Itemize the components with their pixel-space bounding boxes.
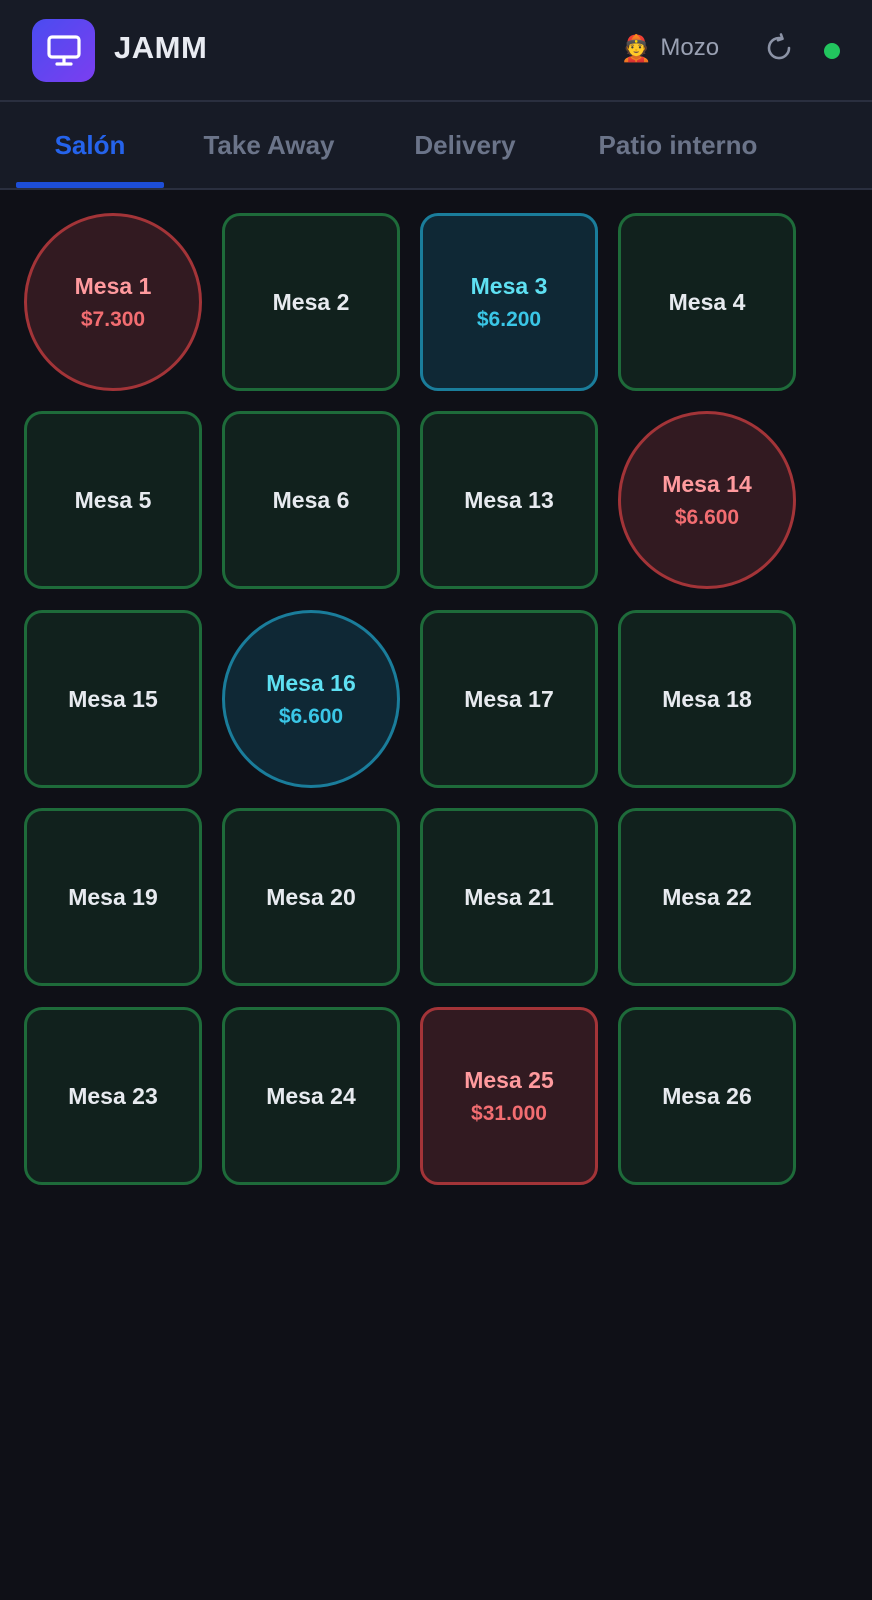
table-name: Mesa 21: [464, 883, 554, 910]
table-card[interactable]: Mesa 4: [618, 213, 796, 391]
table-name: Mesa 14: [662, 470, 752, 497]
connection-status-dot: [824, 43, 840, 59]
table-card[interactable]: Mesa 18: [618, 610, 796, 788]
table-card[interactable]: Mesa 24: [222, 1007, 400, 1185]
table-name: Mesa 2: [272, 288, 350, 315]
table-name: Mesa 15: [68, 685, 158, 712]
table-card[interactable]: Mesa 5: [24, 411, 202, 589]
table-card[interactable]: Mesa 17: [420, 610, 598, 788]
table-card[interactable]: Mesa 25 $31.000: [420, 1007, 598, 1185]
table-card[interactable]: Mesa 3 $6.200: [420, 213, 598, 391]
table-card[interactable]: Mesa 1 $7.300: [24, 213, 202, 391]
app-header: JAMM 👲 Mozo: [0, 0, 872, 102]
table-card[interactable]: Mesa 20: [222, 808, 400, 986]
table-card[interactable]: Mesa 6: [222, 411, 400, 589]
table-name: Mesa 6: [272, 486, 350, 513]
table-card[interactable]: Mesa 15: [24, 610, 202, 788]
table-name: Mesa 18: [662, 685, 752, 712]
table-amount: $7.300: [80, 307, 146, 331]
table-amount: $6.600: [278, 704, 344, 728]
table-name: Mesa 5: [74, 486, 152, 513]
table-name: Mesa 23: [68, 1082, 158, 1109]
table-name: Mesa 17: [464, 685, 554, 712]
table-name: Mesa 20: [266, 883, 356, 910]
table-card[interactable]: Mesa 23: [24, 1007, 202, 1185]
table-card[interactable]: Mesa 14 $6.600: [618, 411, 796, 589]
table-name: Mesa 22: [662, 883, 752, 910]
role-label: Mozo: [660, 34, 720, 61]
table-card[interactable]: Mesa 2: [222, 213, 400, 391]
table-card[interactable]: Mesa 22: [618, 808, 796, 986]
table-card[interactable]: Mesa 21: [420, 808, 598, 986]
monitor-icon[interactable]: [32, 19, 95, 82]
table-name: Mesa 3: [470, 272, 548, 299]
table-card[interactable]: Mesa 16 $6.600: [222, 610, 400, 788]
tab-salon[interactable]: Salón: [16, 102, 164, 188]
section-tabs: Salón Take Away Delivery Patio interno: [0, 102, 872, 190]
tab-take-away[interactable]: Take Away: [188, 102, 350, 188]
app-title: JAMM: [114, 30, 208, 65]
table-card[interactable]: Mesa 26: [618, 1007, 796, 1185]
active-tab-indicator: [16, 182, 164, 188]
table-name: Mesa 19: [68, 883, 158, 910]
tab-patio-interno[interactable]: Patio interno: [582, 102, 774, 188]
table-name: Mesa 26: [662, 1082, 752, 1109]
table-name: Mesa 1: [74, 272, 152, 299]
table-name: Mesa 24: [266, 1082, 356, 1109]
table-name: Mesa 13: [464, 486, 554, 513]
table-card[interactable]: Mesa 19: [24, 808, 202, 986]
table-card[interactable]: Mesa 13: [420, 411, 598, 589]
user-role: 👲 Mozo: [620, 34, 719, 62]
table-name: Mesa 25: [464, 1066, 554, 1093]
refresh-icon[interactable]: [762, 31, 796, 65]
tab-delivery[interactable]: Delivery: [398, 102, 532, 188]
waiter-icon: 👲: [620, 33, 653, 63]
table-amount: $6.200: [476, 307, 542, 331]
table-name: Mesa 16: [266, 669, 356, 696]
table-amount: $31.000: [471, 1101, 547, 1125]
table-name: Mesa 4: [668, 288, 746, 315]
table-amount: $6.600: [674, 505, 740, 529]
